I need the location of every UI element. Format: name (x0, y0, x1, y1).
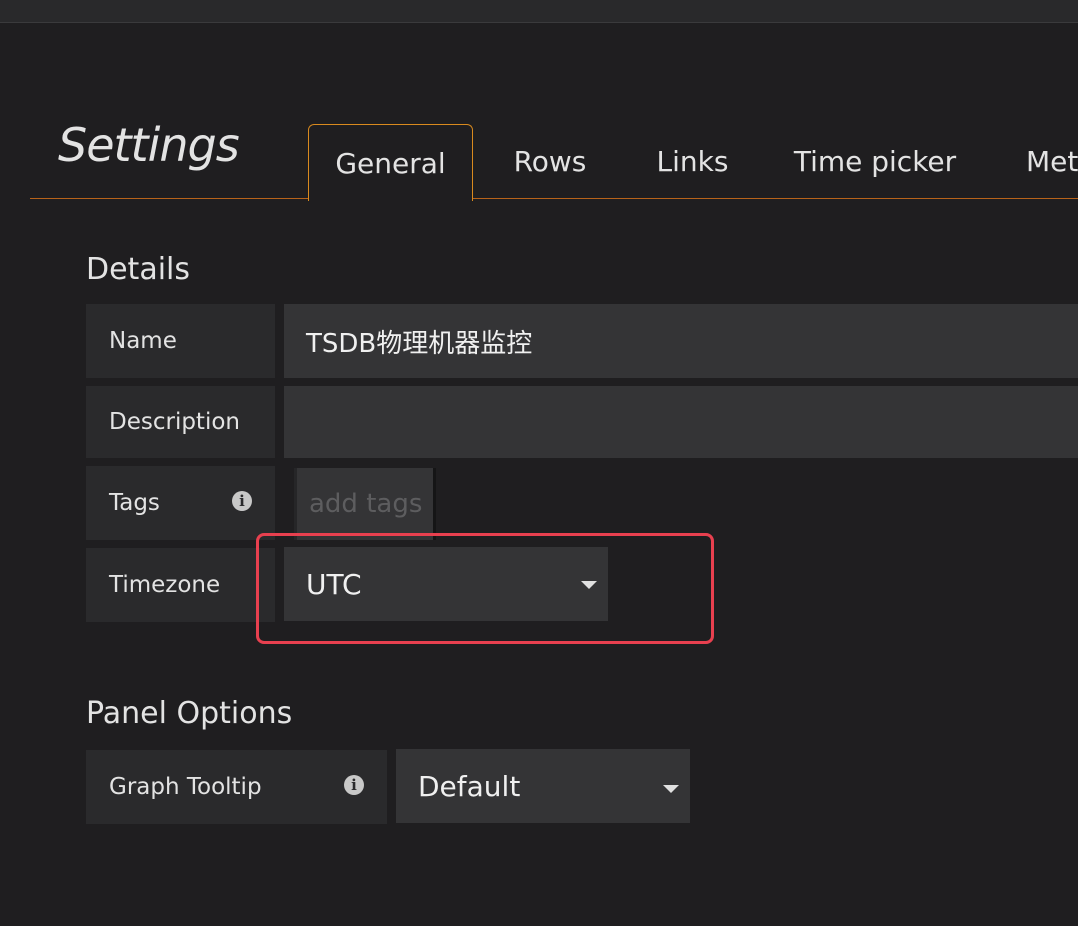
graph-tooltip-label: Graph Tooltip i (86, 750, 387, 824)
tab-metadata-label: Metadata (1026, 144, 1078, 178)
graph-tooltip-select[interactable]: Default (396, 749, 690, 823)
tags-label: Tags i (86, 466, 275, 540)
caret-down-icon (663, 785, 679, 793)
description-label: Description (86, 386, 275, 458)
tags-info-icon[interactable]: i (232, 491, 252, 511)
timezone-label: Timezone (86, 548, 275, 622)
tags-label-text: Tags (109, 490, 160, 516)
tab-links[interactable]: Links (640, 124, 745, 198)
tab-time-picker[interactable]: Time picker (790, 124, 960, 198)
timezone-label-text: Timezone (109, 572, 221, 598)
tabs-underline (30, 198, 1078, 199)
tab-metadata[interactable]: Metadata (1012, 124, 1078, 198)
tags-input[interactable]: add tags (294, 468, 436, 540)
page-title: Settings (58, 118, 240, 172)
name-input-value: TSDB物理机器监控 (306, 328, 533, 359)
details-section-title: Details (86, 252, 191, 287)
top-navbar (0, 0, 1078, 23)
tab-general[interactable]: General (308, 124, 473, 201)
graph-tooltip-label-text: Graph Tooltip (109, 774, 262, 800)
description-label-text: Description (109, 409, 240, 435)
panel-options-section-title: Panel Options (86, 696, 293, 731)
graph-tooltip-info-icon[interactable]: i (344, 775, 364, 795)
highlight-annotation (256, 533, 714, 644)
tab-rows[interactable]: Rows (500, 124, 600, 198)
tags-input-placeholder: add tags (309, 489, 423, 519)
description-input[interactable] (284, 386, 1078, 458)
name-input[interactable]: TSDB物理机器监控 (284, 304, 1078, 378)
name-label: Name (86, 304, 275, 378)
name-label-text: Name (109, 328, 177, 354)
graph-tooltip-select-value: Default (418, 769, 521, 803)
